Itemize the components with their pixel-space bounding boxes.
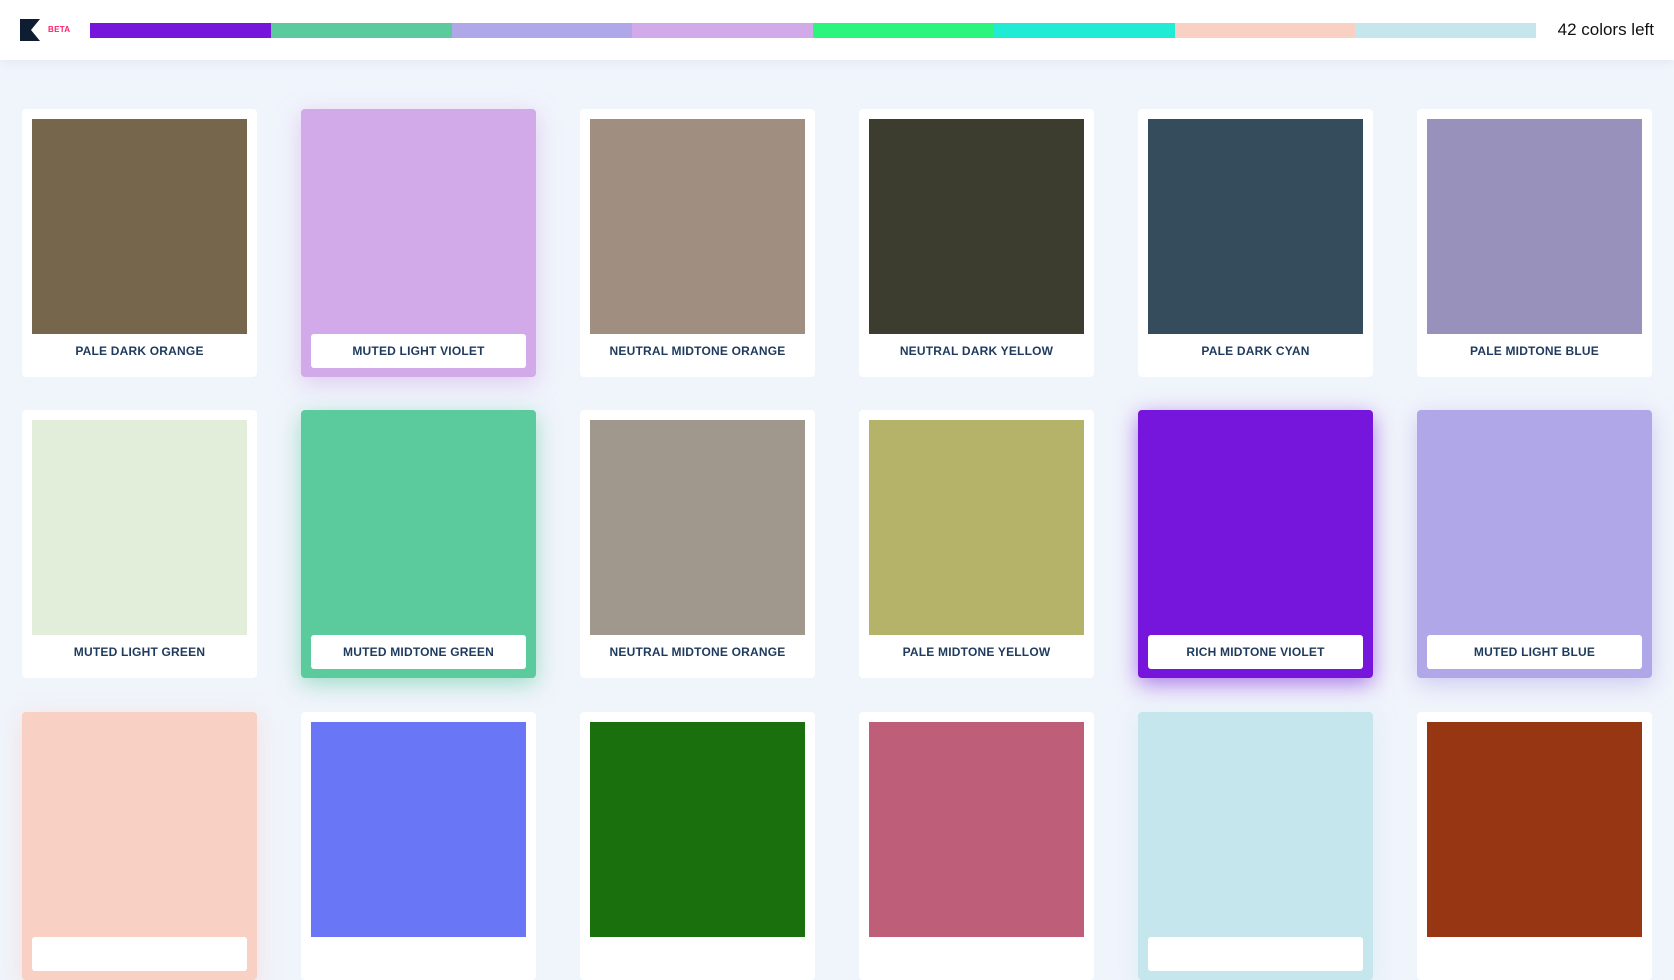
- color-name-label: [311, 937, 526, 971]
- color-name-label: NEUTRAL DARK YELLOW: [899, 344, 1054, 358]
- color-card[interactable]: MUTED LIGHT BLUE: [1417, 410, 1652, 678]
- color-name-label: [32, 937, 247, 971]
- color-swatch: [590, 119, 805, 334]
- color-card[interactable]: RICH MIDTONE VIOLET: [1138, 410, 1373, 678]
- palette-segment[interactable]: [1355, 23, 1536, 38]
- color-name-label: NEUTRAL MIDTONE ORANGE: [609, 645, 786, 659]
- color-name-label: RICH MIDTONE VIOLET: [1148, 635, 1363, 669]
- color-card[interactable]: PALE DARK ORANGE: [22, 109, 257, 377]
- color-swatch: [1148, 119, 1363, 334]
- color-swatch: [311, 420, 526, 635]
- palette-segment[interactable]: [90, 23, 271, 38]
- color-card[interactable]: PALE MIDTONE YELLOW: [859, 410, 1094, 678]
- color-name-label: MUTED LIGHT BLUE: [1427, 635, 1642, 669]
- color-swatch: [32, 119, 247, 334]
- color-card[interactable]: [301, 712, 536, 980]
- color-name-label: MUTED LIGHT GREEN: [73, 645, 206, 659]
- color-swatch: [590, 420, 805, 635]
- color-card[interactable]: PALE MIDTONE BLUE: [1417, 109, 1652, 377]
- colors-left-counter: 42 colors left: [1557, 20, 1654, 39]
- color-swatch: [590, 722, 805, 937]
- color-name-label: PALE MIDTONE BLUE: [1470, 344, 1599, 358]
- color-card[interactable]: [1138, 712, 1373, 980]
- selected-palette-strip: [90, 23, 1536, 38]
- brand-logo-icon[interactable]: [20, 19, 40, 41]
- color-card[interactable]: NEUTRAL MIDTONE ORANGE: [580, 109, 815, 377]
- color-name-label: MUTED LIGHT VIOLET: [311, 334, 526, 368]
- palette-segment[interactable]: [632, 23, 813, 38]
- color-card[interactable]: MUTED LIGHT VIOLET: [301, 109, 536, 377]
- color-swatch: [1427, 722, 1642, 937]
- color-card[interactable]: [22, 712, 257, 980]
- beta-badge: BETA: [48, 25, 71, 34]
- color-swatch: [1427, 420, 1642, 635]
- color-name-label: NEUTRAL MIDTONE ORANGE: [609, 344, 786, 358]
- color-card[interactable]: PALE DARK CYAN: [1138, 109, 1373, 377]
- color-name-label: [869, 937, 1084, 971]
- color-card[interactable]: MUTED LIGHT GREEN: [22, 410, 257, 678]
- color-swatch: [1427, 119, 1642, 334]
- color-name-label: [1148, 937, 1363, 971]
- color-swatch: [32, 420, 247, 635]
- color-name-label: [590, 937, 805, 971]
- palette-segment[interactable]: [1174, 23, 1356, 38]
- color-swatch: [869, 119, 1084, 334]
- color-card[interactable]: NEUTRAL DARK YELLOW: [859, 109, 1094, 377]
- top-bar: BETA 42 colors left: [0, 0, 1674, 60]
- color-name-label: PALE MIDTONE YELLOW: [902, 645, 1051, 659]
- color-card[interactable]: [1417, 712, 1652, 980]
- palette-segment[interactable]: [993, 23, 1175, 38]
- palette-segment[interactable]: [270, 23, 452, 38]
- color-name-label: PALE DARK CYAN: [1201, 344, 1310, 358]
- color-card[interactable]: [580, 712, 815, 980]
- color-swatch: [32, 722, 247, 937]
- color-swatch: [1148, 722, 1363, 937]
- color-card[interactable]: [859, 712, 1094, 980]
- color-swatch: [1148, 420, 1363, 635]
- color-card[interactable]: NEUTRAL MIDTONE ORANGE: [580, 410, 815, 678]
- color-swatch: [311, 722, 526, 937]
- color-swatch: [869, 722, 1084, 937]
- color-card[interactable]: MUTED MIDTONE GREEN: [301, 410, 536, 678]
- color-swatch: [311, 119, 526, 334]
- color-name-label: MUTED MIDTONE GREEN: [311, 635, 526, 669]
- palette-segment[interactable]: [813, 23, 994, 38]
- color-swatch: [869, 420, 1084, 635]
- color-name-label: PALE DARK ORANGE: [75, 344, 204, 358]
- palette-segment[interactable]: [451, 23, 633, 38]
- color-name-label: [1427, 937, 1642, 971]
